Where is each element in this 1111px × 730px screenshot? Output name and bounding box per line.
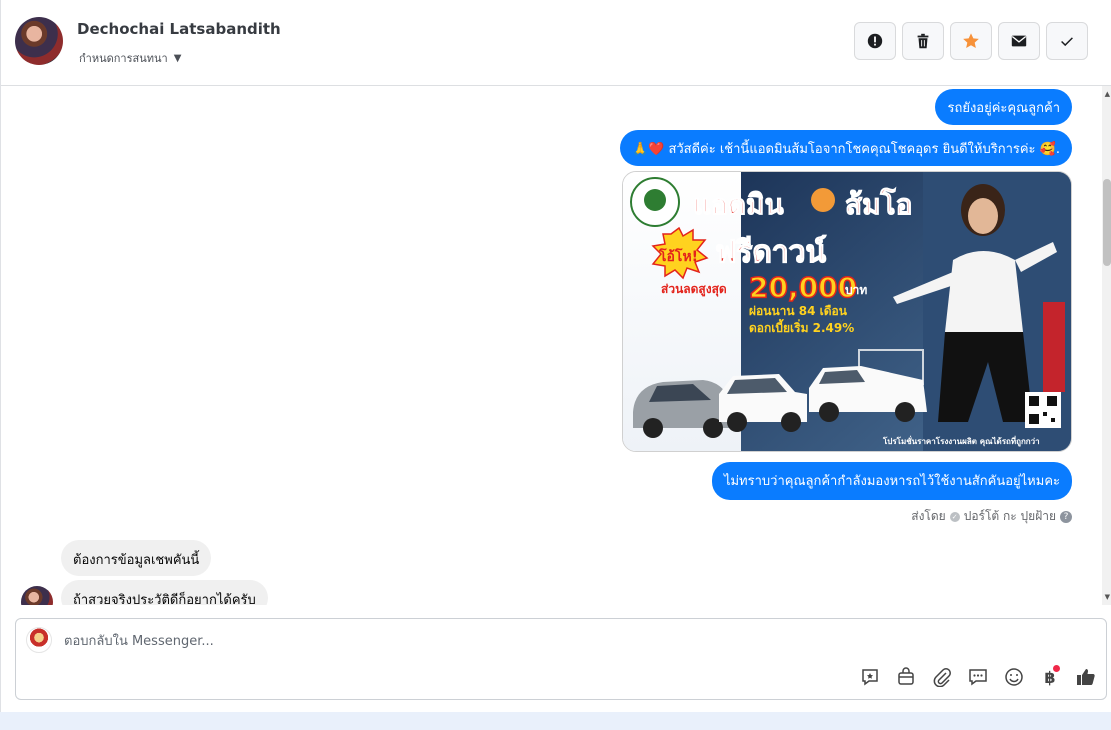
sent-by-prefix: ส่งโดย (911, 509, 946, 523)
promo-headline: แอดมิน (693, 188, 784, 221)
outgoing-message[interactable]: 🙏❤️ สวัสดีค่ะ เช้านี้แอดมินส้มโอจากโชคคุ… (619, 130, 1072, 166)
attach-button[interactable] (930, 665, 954, 689)
scroll-up-arrow-icon[interactable]: ▲ (1105, 90, 1110, 98)
contact-avatar[interactable] (15, 17, 63, 65)
sender-avatar[interactable] (21, 586, 53, 605)
star-button[interactable] (950, 22, 992, 60)
shop-button[interactable] (894, 665, 918, 689)
envelope-icon (1011, 35, 1027, 47)
sent-by-name[interactable]: ปอร์โต้ กะ ปุยฝ้าย (964, 507, 1056, 526)
caret-down-icon: ▼ (173, 52, 182, 64)
assign-conversation-label: กำหนดการสนทนา (79, 52, 168, 65)
help-icon[interactable]: ? (1060, 510, 1072, 523)
incoming-message[interactable]: ต้องการข้อมูลเชพคันนี้ (61, 540, 212, 576)
promo-discount-label: ส่วนลดสูงสุด (661, 282, 727, 297)
scroll-thumb[interactable] (1103, 179, 1111, 266)
attachment-icon (933, 668, 951, 687)
composer-tools: ฿ (858, 665, 1098, 689)
promo-installment: ผ่อนนาน 84 เดือน (749, 304, 848, 318)
conversation-header: Dechochai Latsabandith กำหนดการสนทนา ▼ (1, 0, 1111, 86)
sent-by-info: ส่งโดย ✓ ปอร์โต้ กะ ปุยฝ้าย ? (911, 507, 1072, 526)
star-icon (963, 33, 979, 49)
promo-image-attachment[interactable]: แอดมิน ส้มโอ โอ้โห! ฟรีดาวน์ ส่วนลดสูงสุ… (622, 171, 1072, 452)
promo-headline-name: ส้มโอ (845, 187, 912, 221)
promo-badge: โอ้โห! (658, 247, 698, 265)
promo-discount-unit: บาท (845, 283, 867, 297)
like-button[interactable] (1074, 665, 1098, 689)
quick-reply-button[interactable] (858, 665, 882, 689)
payment-button[interactable]: ฿ (1038, 665, 1062, 689)
emoji-button[interactable] (1002, 665, 1026, 689)
outgoing-message[interactable]: ไม่ทราบว่าคุณลูกค้ากำลังมองหารถไว้ใช้งาน… (711, 462, 1072, 500)
emoji-icon (1005, 668, 1023, 686)
outgoing-message[interactable]: รถยังอยู่ค่ะคุณลูกค้า (935, 89, 1072, 125)
thread-scrollbar[interactable]: ▲ ▼ (1102, 86, 1111, 605)
promo-discount-value: 20,000 (749, 271, 857, 304)
thumbs-up-icon (1077, 669, 1095, 685)
trash-icon (917, 33, 929, 49)
promo-free-down: ฟรีดาวน์ (715, 235, 827, 270)
verified-icon: ✓ (949, 511, 960, 522)
inbox-conversation-panel: Dechochai Latsabandith กำหนดการสนทนา ▼ ร… (0, 0, 1111, 712)
scroll-down-arrow-icon[interactable]: ▼ (1105, 593, 1110, 601)
promo-interest: ดอกเบี้ยเริ่ม 2.49% (749, 318, 854, 335)
reply-input[interactable] (64, 631, 764, 651)
alert-icon (867, 33, 883, 49)
spam-button[interactable] (854, 22, 896, 60)
promo-footer: โปรโมชั่นราคาโรงงานผลิต คุณได้รถที่ถูกกว… (882, 435, 1040, 447)
notification-dot (1053, 665, 1060, 672)
assign-conversation-dropdown[interactable]: กำหนดการสนทนา ▼ (79, 49, 181, 67)
reply-composer: ฿ (15, 618, 1107, 700)
incoming-message[interactable]: ถ้าสวยจริงประวัติดีก็อยากได้ครับ (61, 580, 268, 605)
header-actions (854, 22, 1088, 60)
saved-replies-button[interactable] (966, 665, 990, 689)
shop-bag-icon (898, 667, 914, 685)
mark-done-button[interactable] (1046, 22, 1088, 60)
quick-reply-icon (862, 669, 878, 686)
saved-replies-icon (969, 669, 987, 686)
contact-name[interactable]: Dechochai Latsabandith (77, 20, 281, 38)
page-avatar (26, 627, 52, 653)
message-thread[interactable]: รถยังอยู่ค่ะคุณลูกค้า 🙏❤️ สวัสดีค่ะ เช้า… (1, 86, 1111, 605)
promo-image: แอดมิน ส้มโอ โอ้โห! ฟรีดาวน์ ส่วนลดสูงสุ… (623, 172, 1071, 451)
delete-button[interactable] (902, 22, 944, 60)
check-icon (1061, 37, 1073, 47)
mark-unread-button[interactable] (998, 22, 1040, 60)
